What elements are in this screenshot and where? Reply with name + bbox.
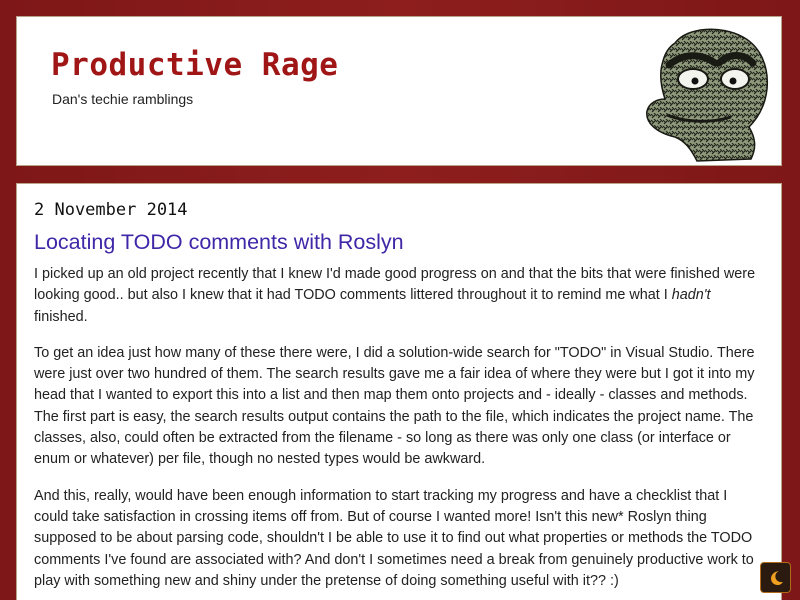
site-header: Productive Rage Dan's techie ramblings	[16, 16, 782, 166]
post-paragraph-1: I picked up an old project recently that…	[34, 264, 764, 328]
moon-icon	[770, 570, 783, 585]
post-title-link[interactable]: Locating TODO comments with Roslyn	[34, 230, 404, 255]
site-tagline: Dan's techie ramblings	[52, 91, 194, 107]
post-paragraph-2: To get an idea just how many of these th…	[34, 344, 755, 468]
theme-toggle-button[interactable]	[760, 562, 791, 593]
post-body: I picked up an old project recently that…	[34, 264, 764, 600]
post-paragraph-1-end: finished.	[34, 308, 88, 325]
post-date: 2 November 2014	[34, 200, 188, 220]
post-paragraph-3: And this, really, would have been enough…	[34, 487, 754, 589]
site-title[interactable]: Productive Rage	[51, 47, 338, 83]
post-paragraph-1-emphasis: hadn't	[671, 287, 711, 304]
grouch-mascot-icon	[646, 28, 769, 162]
post-paragraph-1-start: I picked up an old project recently that…	[34, 266, 756, 304]
post-container: 2 November 2014 Locating TODO comments w…	[16, 183, 782, 600]
